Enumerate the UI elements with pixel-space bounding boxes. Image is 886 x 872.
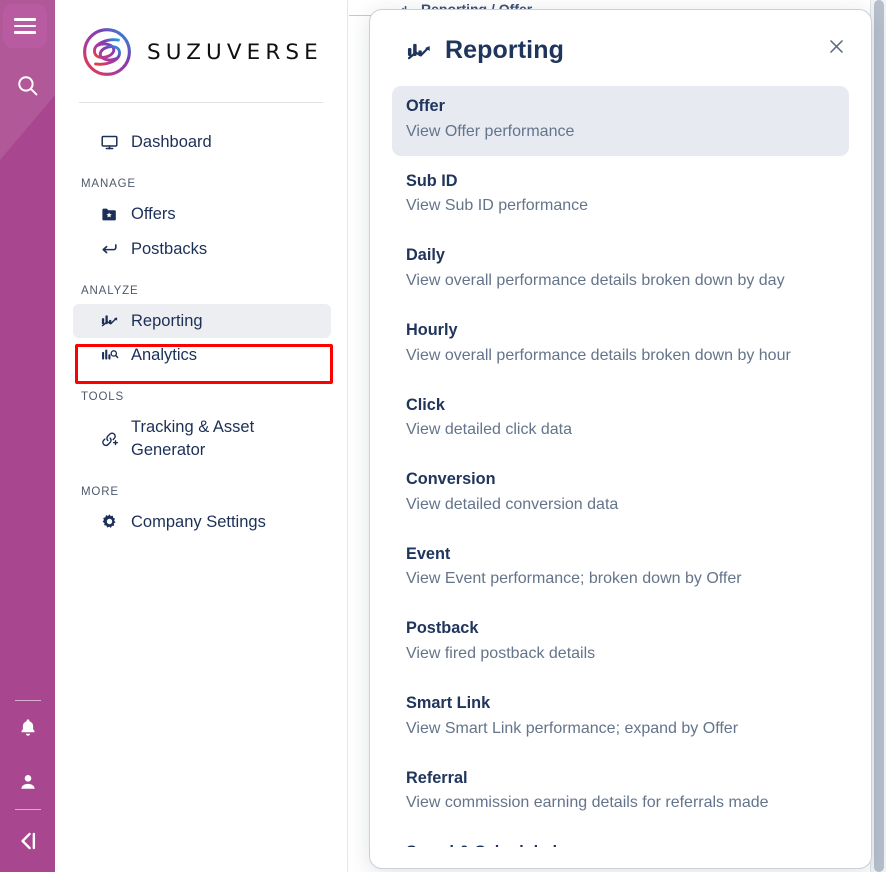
report-option-title: Conversion xyxy=(406,468,835,492)
report-option-title: Hourly xyxy=(406,319,835,343)
report-option-title: Smart Link xyxy=(406,692,835,716)
modal-title: Reporting xyxy=(445,36,564,65)
report-option-event[interactable]: Event View Event performance; broken dow… xyxy=(392,534,849,604)
report-option-offer[interactable]: Offer View Offer performance xyxy=(392,86,849,156)
suzuverse-logo-icon xyxy=(81,26,133,78)
sidebar-item-reporting[interactable]: Reporting xyxy=(73,304,331,338)
main-sidebar: SUZUVERSE Dashboard MANAGE xyxy=(55,0,348,872)
report-option-conversion[interactable]: Conversion View detailed conversion data xyxy=(392,459,849,529)
report-option-desc: View Smart Link performance; expand by O… xyxy=(406,717,835,741)
brand-name: SUZUVERSE xyxy=(147,40,323,65)
report-option-title: Click xyxy=(406,394,835,418)
report-option-desc: View commission earning details for refe… xyxy=(406,791,835,815)
report-option-sub-id[interactable]: Sub ID View Sub ID performance xyxy=(392,161,849,231)
bell-icon xyxy=(17,717,39,739)
modal-header: Reporting xyxy=(370,10,871,65)
report-option-desc: View Event performance; broken down by O… xyxy=(406,567,835,591)
report-option-postback[interactable]: Postback View fired postback details xyxy=(392,608,849,678)
report-option-desc: View overall performance details broken … xyxy=(406,344,835,368)
sidebar-item-dashboard[interactable]: Dashboard xyxy=(73,125,331,159)
report-option-daily[interactable]: Daily View overall performance details b… xyxy=(392,235,849,305)
report-option-title: Offer xyxy=(406,95,835,119)
report-option-desc: View Offer performance xyxy=(406,120,835,144)
sidebar-group-manage: MANAGE xyxy=(55,159,347,197)
sidebar-item-company-settings[interactable]: Company Settings xyxy=(73,505,331,539)
sidebar-item-tracking-asset-generator[interactable]: Tracking & Asset Generator xyxy=(73,410,331,467)
reporting-chart-icon xyxy=(99,311,119,331)
sidebar-item-label: Reporting xyxy=(131,310,203,332)
report-option-hourly[interactable]: Hourly View overall performance details … xyxy=(392,310,849,380)
app-root: SUZUVERSE Dashboard MANAGE xyxy=(0,0,886,872)
report-option-desc: View detailed conversion data xyxy=(406,493,835,517)
report-option-desc: View detailed click data xyxy=(406,418,835,442)
gear-icon xyxy=(99,512,119,532)
collapse-sidebar-button[interactable] xyxy=(0,810,55,872)
sidebar-item-label: Tracking & Asset Generator xyxy=(131,416,254,461)
report-option-title: Referral xyxy=(406,767,835,791)
report-option-smart-link[interactable]: Smart Link View Smart Link performance; … xyxy=(392,683,849,753)
person-icon xyxy=(17,771,39,793)
sidebar-item-label: Analytics xyxy=(131,344,197,366)
collapse-left-icon xyxy=(15,828,41,854)
report-option-click[interactable]: Click View detailed click data xyxy=(392,385,849,455)
report-option-saved-scheduled[interactable]: Saved & Scheduled View and manage your r… xyxy=(392,832,849,847)
reporting-modal: Reporting Offer View Offer performance S… xyxy=(369,9,872,869)
report-type-list: Offer View Offer performance Sub ID View… xyxy=(370,65,871,847)
sidebar-item-postbacks[interactable]: Postbacks xyxy=(73,232,331,266)
analytics-magnify-icon xyxy=(99,345,119,365)
page-scrollbar[interactable] xyxy=(870,0,886,872)
report-option-desc: View overall performance details broken … xyxy=(406,269,835,293)
sidebar-nav: Dashboard MANAGE Offers xyxy=(55,103,347,539)
report-option-desc: View Sub ID performance xyxy=(406,194,835,218)
sidebar-group-more: MORE xyxy=(55,467,347,505)
reporting-chart-icon xyxy=(406,38,432,64)
sidebar-item-offers[interactable]: Offers xyxy=(73,197,331,231)
sidebar-group-analyze: ANALYZE xyxy=(55,266,347,304)
report-option-referral[interactable]: Referral View commission earning details… xyxy=(392,758,849,828)
link-plus-icon xyxy=(99,429,119,449)
report-option-title: Postback xyxy=(406,617,835,641)
arrow-return-icon xyxy=(99,239,119,259)
brand-header[interactable]: SUZUVERSE xyxy=(55,0,347,78)
sidebar-item-label: Postbacks xyxy=(131,238,207,260)
sidebar-group-tools: TOOLS xyxy=(55,372,347,410)
rail-bottom-actions xyxy=(0,700,55,872)
report-option-title: Sub ID xyxy=(406,170,835,194)
left-icon-rail xyxy=(0,0,55,872)
report-option-title: Event xyxy=(406,543,835,567)
hamburger-icon xyxy=(14,14,36,37)
notifications-button[interactable] xyxy=(0,701,55,755)
scrollbar-thumb[interactable] xyxy=(874,0,884,872)
sidebar-item-label: Offers xyxy=(131,203,176,225)
report-option-title: Saved & Scheduled xyxy=(406,841,835,847)
sidebar-item-label: Dashboard xyxy=(131,131,212,153)
folder-star-icon xyxy=(99,204,119,224)
report-option-title: Daily xyxy=(406,244,835,268)
close-button[interactable] xyxy=(819,29,853,63)
sidebar-item-analytics[interactable]: Analytics xyxy=(73,338,331,372)
menu-toggle-button[interactable] xyxy=(3,4,47,48)
search-button[interactable] xyxy=(0,62,55,108)
account-button[interactable] xyxy=(0,755,55,809)
report-option-desc: View fired postback details xyxy=(406,642,835,666)
monitor-icon xyxy=(99,132,119,152)
sidebar-item-label: Company Settings xyxy=(131,511,266,533)
close-icon xyxy=(827,37,846,56)
search-icon xyxy=(15,73,40,98)
